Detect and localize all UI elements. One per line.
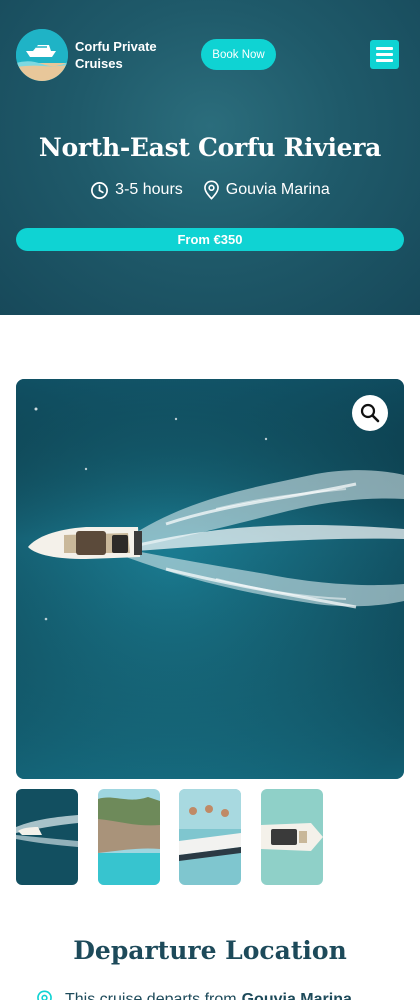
location-text: Gouvia Marina	[225, 181, 330, 198]
site-header: Corfu Private Cruises Book Now	[16, 29, 404, 81]
logo[interactable]	[16, 29, 68, 81]
tour-meta: 3-5 hours Gouvia Marina	[0, 180, 420, 200]
hamburger-menu-icon[interactable]	[370, 40, 399, 69]
departure-place: Gouvia Marina	[241, 991, 352, 1000]
map-pin-icon	[203, 180, 219, 200]
duration-info: 3-5 hours	[90, 181, 183, 200]
map-pin-icon	[37, 990, 52, 1000]
main-gallery-image[interactable]	[16, 379, 404, 779]
departure-text: This cruise departs from Gouvia Marina	[36, 990, 420, 1000]
gallery-thumbnail-4[interactable]	[261, 789, 323, 885]
clock-icon	[91, 181, 109, 199]
brand-name[interactable]: Corfu Private Cruises	[75, 38, 185, 72]
gallery-thumbnail-1[interactable]	[16, 789, 78, 885]
departure-sentence: This cruise departs from	[65, 991, 237, 1000]
location-info: Gouvia Marina	[203, 180, 330, 200]
gallery-thumbnail-3[interactable]	[179, 789, 241, 885]
hero-section: Corfu Private Cruises Book Now North-Eas…	[0, 0, 420, 315]
book-now-button[interactable]: Book Now	[201, 39, 276, 70]
gallery-thumbnail-2[interactable]	[98, 789, 160, 885]
duration-text: 3-5 hours	[115, 181, 183, 198]
price-badge[interactable]: From €350	[16, 228, 404, 251]
departure-location-heading: Departure Location	[73, 936, 347, 965]
magnifier-icon[interactable]	[352, 395, 388, 431]
page-title: North-East Corfu Riviera	[38, 133, 382, 162]
